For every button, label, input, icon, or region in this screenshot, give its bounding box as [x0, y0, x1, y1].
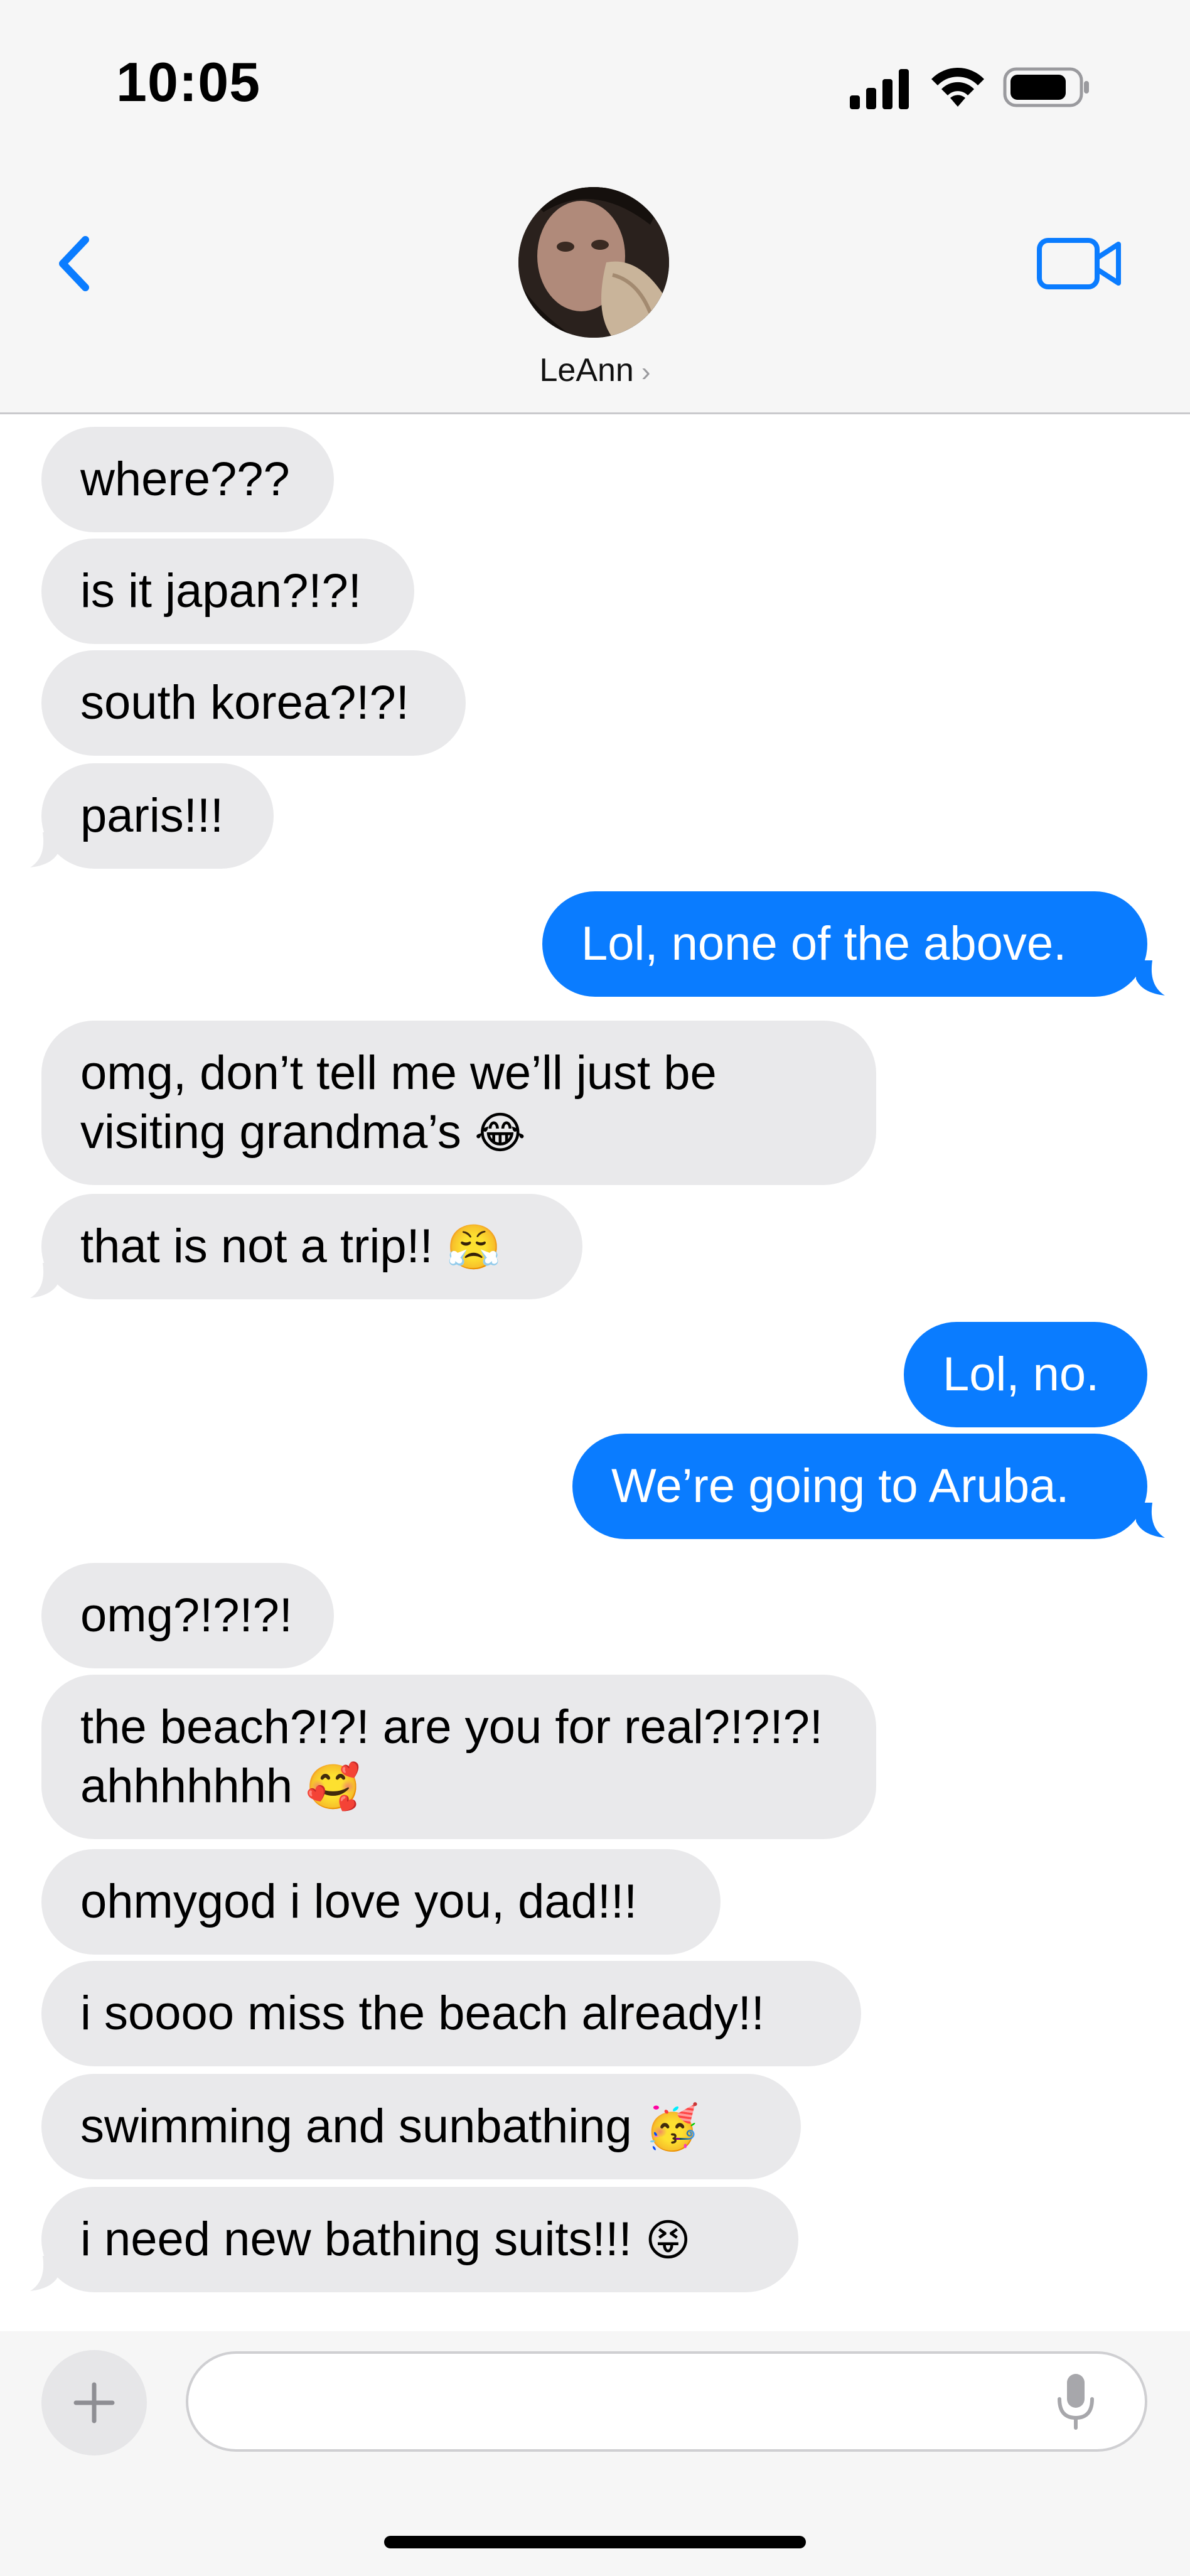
message-text: omg, don’t tell me we’ll just be visitin… [80, 1046, 717, 1159]
messages-screen: 10:05 LeAnn › where??? is it japan?!?! s… [0, 0, 1190, 2576]
message-text: ohmygod i love you, dad!!! [80, 1875, 638, 1928]
bubble-tail [30, 832, 59, 867]
laughing-emoji: 😂 [474, 1108, 526, 1157]
bubble-tail [1136, 960, 1165, 996]
message-text: Lol, no. [943, 1348, 1100, 1401]
contact-name-button[interactable]: LeAnn › [0, 352, 1190, 389]
video-call-button[interactable] [1036, 235, 1123, 292]
microphone-icon[interactable] [1056, 2373, 1096, 2430]
cellular-signal-icon [850, 69, 909, 109]
battery-icon [1003, 67, 1089, 107]
back-button[interactable] [44, 226, 107, 301]
sent-message[interactable]: We’re going to Aruba. [572, 1434, 1147, 1539]
plus-icon [73, 2382, 115, 2423]
received-message[interactable]: south korea?!?! [41, 650, 466, 756]
wifi-icon [931, 68, 984, 107]
home-indicator[interactable] [384, 2536, 806, 2548]
chevron-right-icon: › [641, 357, 651, 387]
received-message[interactable]: i soooo miss the beach already!! [41, 1961, 861, 2066]
message-text: where??? [80, 453, 290, 506]
received-message[interactable]: is it japan?!?! [41, 539, 414, 644]
message-text: Lol, none of the above. [581, 917, 1067, 970]
message-text: We’re going to Aruba. [611, 1459, 1069, 1513]
conversation-header: 10:05 LeAnn › [0, 0, 1190, 414]
received-message[interactable]: paris!!! [41, 763, 274, 869]
party-face-emoji: 🥳 [645, 2103, 700, 2152]
message-text: that is not a trip!! [80, 1220, 433, 1273]
message-text: paris!!! [80, 789, 224, 842]
message-input[interactable] [186, 2351, 1147, 2452]
received-message[interactable]: swimming and sunbathing 🥳 [41, 2074, 801, 2179]
received-message[interactable]: omg?!?!?! [41, 1563, 334, 1668]
received-message[interactable]: i need new bathing suits!!! 😝 [41, 2187, 798, 2292]
bubble-tail [30, 2256, 59, 2291]
status-time: 10:05 [116, 51, 261, 113]
contact-name: LeAnn [539, 352, 634, 389]
avatar[interactable] [518, 187, 669, 338]
tongue-out-emoji: 😝 [645, 2216, 691, 2265]
message-text: i need new bathing suits!!! [80, 2213, 632, 2266]
received-message[interactable]: ohmygod i love you, dad!!! [41, 1849, 721, 1955]
message-text: the beach?!?! are you for real?!?!?! ahh… [80, 1700, 823, 1813]
received-message[interactable]: omg, don’t tell me we’ll just be visitin… [41, 1021, 876, 1185]
bubble-tail [30, 1263, 59, 1298]
message-text: south korea?!?! [80, 676, 409, 729]
add-attachment-button[interactable] [41, 2350, 147, 2455]
video-camera-icon [1037, 238, 1121, 289]
message-text: i soooo miss the beach already!! [80, 1987, 764, 2040]
huffing-emoji: 😤 [446, 1223, 501, 1272]
message-text: swimming and sunbathing [80, 2100, 632, 2153]
received-message[interactable]: the beach?!?! are you for real?!?!?! ahh… [41, 1675, 876, 1839]
sent-message[interactable]: Lol, no. [904, 1322, 1147, 1427]
message-text: omg?!?!?! [80, 1589, 292, 1642]
contact-photo [518, 187, 669, 338]
received-message[interactable]: where??? [41, 427, 334, 532]
smiling-hearts-emoji: 🥰 [306, 1763, 361, 1811]
chevron-left-icon [59, 236, 89, 291]
received-message[interactable]: that is not a trip!! 😤 [41, 1194, 582, 1299]
message-text: is it japan?!?! [80, 564, 362, 618]
sent-message[interactable]: Lol, none of the above. [542, 891, 1147, 997]
bubble-tail [1136, 1503, 1165, 1538]
